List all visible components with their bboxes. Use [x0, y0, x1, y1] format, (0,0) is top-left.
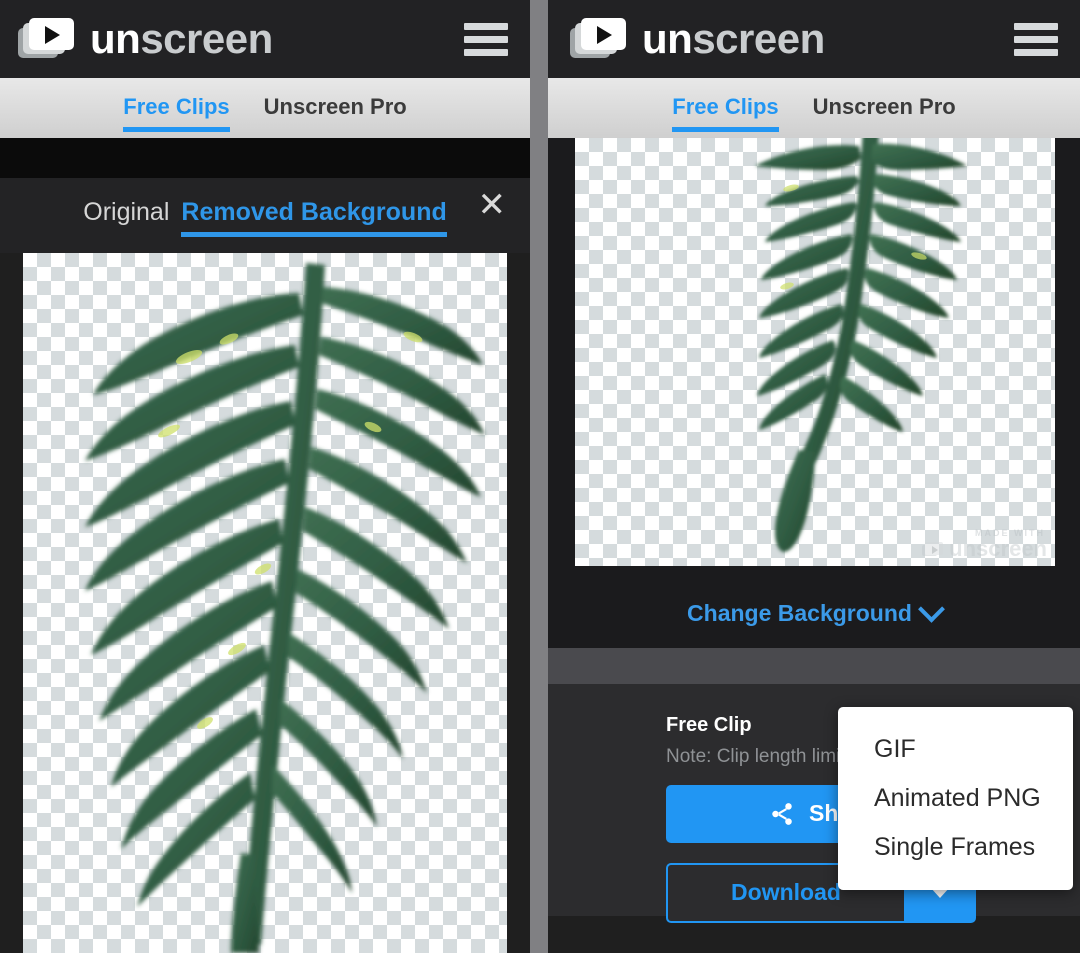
chevron-down-icon: [918, 595, 945, 623]
timeline-toolbar-band[interactable]: [548, 648, 1080, 684]
video-stack-play-icon: [18, 16, 76, 62]
brand-name-text: screen: [140, 15, 273, 62]
panel-divider: [530, 0, 548, 953]
fern-frond-graphic: [575, 138, 1055, 566]
right-top-navbar: unscreen: [548, 0, 1080, 78]
format-option-single-frames[interactable]: Single Frames: [838, 823, 1073, 872]
left-spacer-band: [0, 138, 530, 178]
format-option-animated-png[interactable]: Animated PNG: [838, 774, 1073, 823]
hamburger-menu-icon[interactable]: [1014, 22, 1058, 56]
fern-frond-graphic: [23, 253, 507, 953]
left-preview-image[interactable]: [23, 253, 507, 953]
tab-unscreen-pro[interactable]: Unscreen Pro: [264, 94, 407, 123]
preview-mode-tabs: Original Removed Background: [83, 198, 448, 237]
left-subnav: Free Clips Unscreen Pro: [0, 78, 530, 138]
tab-free-clips[interactable]: Free Clips: [672, 94, 780, 132]
preview-modal-header: ✕ Original Removed Background: [0, 178, 530, 253]
right-subnav: Free Clips Unscreen Pro: [548, 78, 1080, 138]
share-nodes-icon: [772, 802, 792, 825]
close-icon[interactable]: ✕: [478, 188, 507, 222]
change-background-button[interactable]: Change Background: [687, 595, 945, 627]
left-panel: unscreen Free Clips Unscreen Pro ✕ Origi…: [0, 0, 530, 953]
brand-logo[interactable]: unscreen: [18, 16, 273, 62]
preview-tab-original[interactable]: Original: [83, 198, 169, 231]
preview-tab-removed-background[interactable]: Removed Background: [181, 198, 448, 237]
brand-name-right: unscreen: [642, 15, 825, 62]
download-label: Download: [731, 879, 841, 906]
brand-logo-right[interactable]: unscreen: [570, 16, 825, 62]
brand-name: unscreen: [90, 15, 273, 62]
right-preview-area: MADE WITH unscreen: [548, 138, 1080, 578]
tab-unscreen-pro[interactable]: Unscreen Pro: [813, 94, 956, 123]
format-option-gif[interactable]: GIF: [838, 725, 1073, 774]
hamburger-menu-icon[interactable]: [464, 22, 508, 56]
right-preview-image[interactable]: MADE WITH unscreen: [575, 138, 1055, 566]
change-background-label: Change Background: [687, 599, 912, 626]
download-format-menu: GIF Animated PNG Single Frames: [838, 707, 1073, 890]
left-top-navbar: unscreen: [0, 0, 530, 78]
change-background-row: Change Background: [548, 578, 1080, 648]
video-stack-play-icon: [570, 16, 628, 62]
tab-free-clips[interactable]: Free Clips: [123, 94, 231, 132]
app-screenshot: unscreen Free Clips Unscreen Pro ✕ Origi…: [0, 0, 1080, 953]
